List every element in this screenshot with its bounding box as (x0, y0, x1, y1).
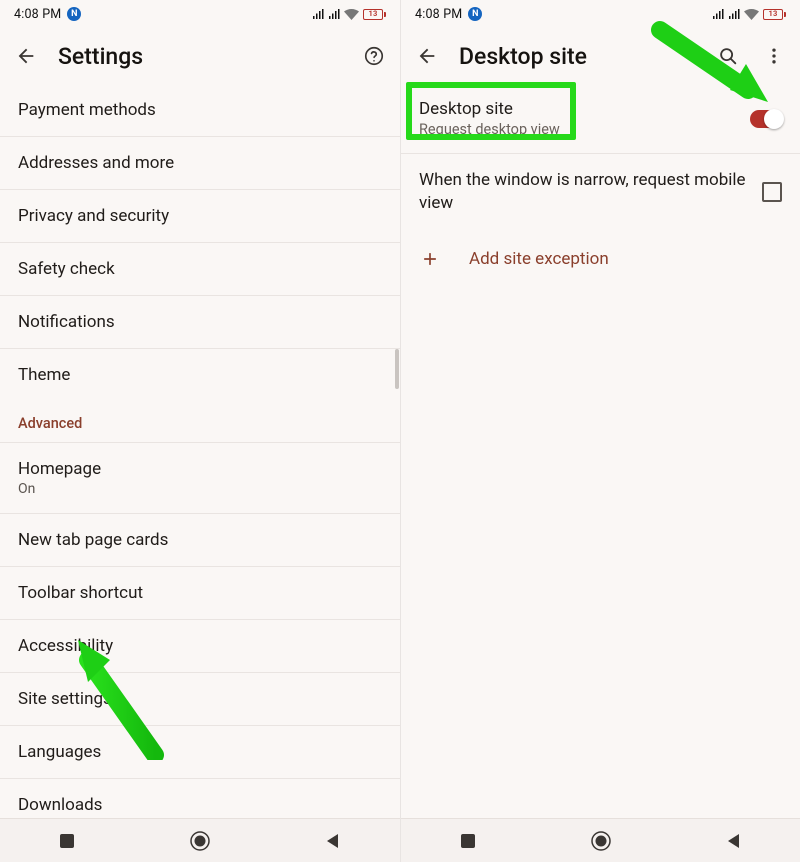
notification-badge-icon: N (468, 7, 482, 21)
status-time: 4:08 PM (415, 7, 462, 22)
row-label: Homepage (18, 459, 382, 479)
back-button-nav[interactable] (313, 821, 353, 861)
row-sublabel: Request desktop view (419, 121, 734, 138)
recents-button[interactable] (47, 821, 87, 861)
row-label: When the window is narrow, request mobil… (419, 169, 746, 215)
row-theme[interactable]: Theme (0, 349, 400, 401)
row-safety-check[interactable]: Safety check (0, 243, 400, 296)
home-button[interactable] (180, 821, 220, 861)
row-languages[interactable]: Languages (0, 726, 400, 779)
signal-icon-2 (728, 9, 740, 19)
battery-icon: 13 (363, 9, 386, 20)
back-icon[interactable] (12, 42, 40, 70)
help-icon[interactable] (360, 42, 388, 70)
status-bar: 4:08 PM N 13 (0, 0, 400, 28)
row-label: Addresses and more (18, 153, 174, 173)
row-toolbar-shortcut[interactable]: Toolbar shortcut (0, 567, 400, 620)
row-accessibility[interactable]: Accessibility (0, 620, 400, 673)
checkbox[interactable] (762, 182, 782, 202)
scrollbar-thumb[interactable] (395, 349, 399, 389)
plus-icon (419, 248, 441, 270)
wifi-icon (344, 9, 359, 20)
appbar-settings: Settings (0, 28, 400, 84)
row-label: Privacy and security (18, 206, 169, 226)
row-label: Add site exception (469, 249, 609, 269)
row-label: Accessibility (18, 636, 113, 656)
row-new-tab-cards[interactable]: New tab page cards (0, 514, 400, 567)
row-addresses[interactable]: Addresses and more (0, 137, 400, 190)
search-icon[interactable] (714, 42, 742, 70)
row-label: Languages (18, 742, 101, 762)
row-label: Safety check (18, 259, 115, 279)
settings-list: Payment methods Addresses and more Priva… (0, 84, 400, 862)
system-nav-bar (401, 818, 800, 862)
row-desktop-site-toggle[interactable]: Desktop site Request desktop view (401, 84, 800, 153)
row-label: Payment methods (18, 100, 156, 120)
row-add-site-exception[interactable]: Add site exception (401, 230, 800, 288)
signal-icon (712, 9, 724, 19)
row-label: New tab page cards (18, 530, 168, 550)
notification-badge-icon: N (67, 7, 81, 21)
row-site-settings[interactable]: Site settings (0, 673, 400, 726)
settings-screen: 4:08 PM N 13 Settings (0, 0, 400, 862)
page-title: Settings (58, 43, 342, 70)
status-bar: 4:08 PM N 13 (401, 0, 800, 28)
row-payment-methods[interactable]: Payment methods (0, 84, 400, 137)
row-homepage[interactable]: Homepage On (0, 442, 400, 514)
section-advanced: Advanced (0, 401, 400, 442)
row-label: Toolbar shortcut (18, 583, 143, 603)
signal-icon (312, 9, 324, 19)
recents-button[interactable] (448, 821, 488, 861)
system-nav-bar (0, 818, 400, 862)
home-button[interactable] (581, 821, 621, 861)
row-label: Downloads (18, 795, 102, 815)
row-label: Desktop site (419, 99, 734, 119)
wifi-icon (744, 9, 759, 20)
row-label: Site settings (18, 689, 112, 709)
row-privacy-security[interactable]: Privacy and security (0, 190, 400, 243)
row-label: Theme (18, 365, 70, 385)
desktop-site-screen: 4:08 PM N 13 Desktop site (400, 0, 800, 862)
row-narrow-window-checkbox[interactable]: When the window is narrow, request mobil… (401, 154, 800, 230)
battery-icon: 13 (763, 9, 786, 20)
row-label: Notifications (18, 312, 115, 332)
back-button-nav[interactable] (714, 821, 754, 861)
back-icon[interactable] (413, 42, 441, 70)
signal-icon-2 (328, 9, 340, 19)
page-title: Desktop site (459, 43, 696, 70)
row-sublabel: On (18, 481, 382, 497)
status-time: 4:08 PM (14, 7, 61, 22)
toggle-switch[interactable] (750, 110, 782, 128)
appbar-desktop-site: Desktop site (401, 28, 800, 84)
row-notifications[interactable]: Notifications (0, 296, 400, 349)
more-vert-icon[interactable] (760, 42, 788, 70)
